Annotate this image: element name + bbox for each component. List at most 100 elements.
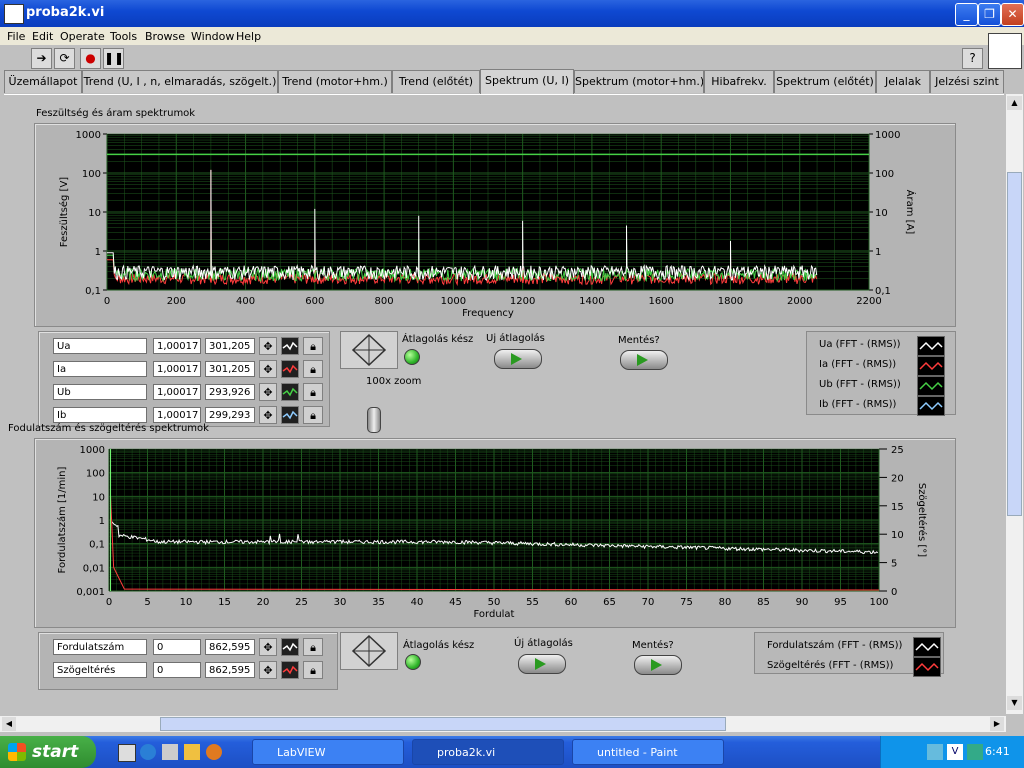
- tab-jelzesi-szint[interactable]: Jelzési szint: [930, 70, 1004, 93]
- lock-icon[interactable]: 🔒︎: [303, 360, 323, 378]
- tab-hibafrekv[interactable]: Hibafrekv.: [704, 70, 774, 93]
- run-arrow-icon[interactable]: ➔: [31, 48, 52, 69]
- menu-browse[interactable]: Browse: [145, 30, 185, 43]
- menu-help[interactable]: Help: [236, 30, 261, 43]
- move-cursor-icon[interactable]: ✥: [259, 337, 277, 355]
- plot-style-icon[interactable]: [281, 661, 299, 679]
- channel-value-field[interactable]: 862,595: [205, 662, 255, 678]
- channel-scale-field[interactable]: 1,00017: [153, 384, 201, 400]
- close-button[interactable]: ✕: [1001, 3, 1024, 26]
- plot-style-icon[interactable]: [281, 337, 299, 355]
- save-button-bottom[interactable]: [634, 655, 682, 675]
- lock-icon[interactable]: 🔒︎: [303, 406, 323, 424]
- horizontal-scroll-thumb[interactable]: [160, 717, 726, 731]
- tab-jelalak[interactable]: Jelalak: [876, 70, 930, 93]
- quicklaunch-ie-icon[interactable]: [140, 744, 156, 760]
- quicklaunch-desktop-icon[interactable]: [162, 744, 178, 760]
- channel-name-field[interactable]: Ua: [53, 338, 147, 354]
- plot-style-icon[interactable]: [281, 638, 299, 656]
- lock-icon[interactable]: 🔒︎: [303, 383, 323, 401]
- legend-swatch[interactable]: [917, 336, 945, 356]
- help-icon[interactable]: ?: [962, 48, 983, 69]
- channel-value-field[interactable]: 293,926: [205, 384, 255, 400]
- menu-operate[interactable]: Operate: [60, 30, 105, 43]
- tab-uzemallapot[interactable]: Üzemállapot: [4, 70, 82, 93]
- lock-icon[interactable]: 🔒︎: [303, 661, 323, 679]
- pan-joystick-bottom[interactable]: [340, 632, 398, 670]
- tray-app-icon[interactable]: [967, 744, 983, 760]
- channel-value-field[interactable]: 299,293: [205, 407, 255, 423]
- tab-trend-elotet[interactable]: Trend (előtét): [392, 70, 480, 93]
- scroll-left-icon[interactable]: ◀: [2, 717, 16, 731]
- move-cursor-icon[interactable]: ✥: [259, 383, 277, 401]
- move-cursor-icon[interactable]: ✥: [259, 360, 277, 378]
- vertical-scrollbar[interactable]: ▲ ▼: [1006, 94, 1023, 714]
- channel-value-field[interactable]: 862,595: [205, 639, 255, 655]
- legend-swatch[interactable]: [913, 657, 941, 677]
- plot-style-icon[interactable]: [281, 383, 299, 401]
- channel-scale-field[interactable]: 1,00017: [153, 361, 201, 377]
- task-labview[interactable]: LabVIEW: [252, 739, 404, 765]
- run-continuously-icon[interactable]: ⟳: [54, 48, 75, 69]
- lock-icon[interactable]: 🔒︎: [303, 638, 323, 656]
- vi-connector-icon[interactable]: [988, 33, 1022, 69]
- channel-value-field[interactable]: 301,205: [205, 338, 255, 354]
- move-cursor-icon[interactable]: ✥: [259, 406, 277, 424]
- tab-trend-u-i-n[interactable]: Trend (U, I , n, elmaradás, szögelt.): [82, 70, 278, 93]
- menu-window[interactable]: Window: [191, 30, 234, 43]
- title-bar[interactable]: proba2k.vi _ ❐ ✕: [0, 0, 1024, 27]
- bottom-spectrum-graph[interactable]: 10001001010,10,010,00125201510500 5 10 15 20…: [35, 439, 955, 627]
- move-cursor-icon[interactable]: ✥: [259, 638, 277, 656]
- quicklaunch-labview-icon[interactable]: [118, 744, 136, 762]
- channel-scale-field[interactable]: 1,00017: [153, 338, 201, 354]
- tray-network-icon[interactable]: [927, 744, 943, 760]
- quicklaunch-folder-icon[interactable]: [184, 744, 200, 760]
- tab-trend-motor[interactable]: Trend (motor+hm.): [278, 70, 392, 93]
- top-spectrum-graph[interactable]: 1000 1000100 10010 101 10,1 0,10 200 400 600 800 1…: [35, 124, 955, 326]
- vertical-scroll-thumb[interactable]: [1007, 172, 1022, 516]
- start-button[interactable]: start: [0, 736, 96, 768]
- menu-tools[interactable]: Tools: [110, 30, 137, 43]
- zoom-toggle-switch[interactable]: [367, 407, 381, 433]
- legend-swatch[interactable]: [917, 396, 945, 416]
- legend-swatch[interactable]: [917, 356, 945, 376]
- plot-style-icon[interactable]: [281, 360, 299, 378]
- new-avg-button-bottom[interactable]: [518, 654, 566, 674]
- menu-file[interactable]: File: [7, 30, 25, 43]
- horizontal-scrollbar[interactable]: ◀ ▶: [0, 716, 1006, 732]
- channel-name-field[interactable]: Ib: [53, 407, 147, 423]
- task-proba2k[interactable]: proba2k.vi: [412, 739, 564, 765]
- channel-scale-field[interactable]: 1,00017: [153, 407, 201, 423]
- pause-icon[interactable]: ❚❚: [103, 48, 124, 69]
- abort-icon[interactable]: ●: [80, 48, 101, 69]
- lock-icon[interactable]: 🔒︎: [303, 337, 323, 355]
- top-y-tick-left: 100: [82, 169, 101, 180]
- minimize-button[interactable]: _: [955, 3, 978, 26]
- pan-joystick[interactable]: [340, 331, 398, 369]
- save-button[interactable]: [620, 350, 668, 370]
- task-paint[interactable]: untitled - Paint: [572, 739, 724, 765]
- channel-name-field[interactable]: Ia: [53, 361, 147, 377]
- top-graph-title: Feszültség és áram spektrumok: [36, 108, 196, 119]
- scroll-down-icon[interactable]: ▼: [1007, 696, 1022, 710]
- tab-spektrum-elotet[interactable]: Spektrum (előtét): [774, 70, 876, 93]
- tray-v-icon[interactable]: V: [947, 744, 963, 760]
- channel-name-field[interactable]: Fordulatszám: [53, 639, 147, 655]
- quicklaunch-media-icon[interactable]: [206, 744, 222, 760]
- channel-scale-field[interactable]: 0: [153, 662, 201, 678]
- channel-name-field[interactable]: Ub: [53, 384, 147, 400]
- scroll-up-icon[interactable]: ▲: [1007, 96, 1022, 110]
- scroll-right-icon[interactable]: ▶: [990, 717, 1004, 731]
- tab-spektrum-u-i[interactable]: Spektrum (U, I): [480, 69, 574, 94]
- legend-swatch[interactable]: [913, 637, 941, 657]
- legend-swatch[interactable]: [917, 376, 945, 396]
- channel-value-field[interactable]: 301,205: [205, 361, 255, 377]
- channel-scale-field[interactable]: 0: [153, 639, 201, 655]
- tab-spektrum-motor[interactable]: Spektrum (motor+hm.): [574, 70, 704, 93]
- move-cursor-icon[interactable]: ✥: [259, 661, 277, 679]
- channel-name-field[interactable]: Szögeltérés: [53, 662, 147, 678]
- plot-style-icon[interactable]: [281, 406, 299, 424]
- maximize-button[interactable]: ❐: [978, 3, 1001, 26]
- menu-edit[interactable]: Edit: [32, 30, 53, 43]
- new-avg-button[interactable]: [494, 349, 542, 369]
